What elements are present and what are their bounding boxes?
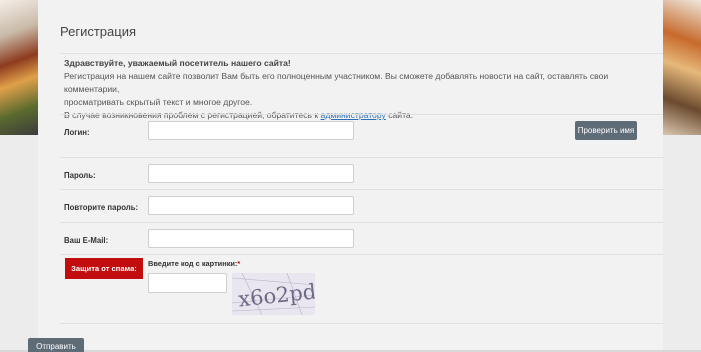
title-divider (60, 53, 663, 54)
email-input[interactable] (148, 229, 354, 248)
greeting-text: Здравствуйте, уважаемый посетитель нашег… (64, 58, 291, 68)
captcha-prompt: Введите код с картинки:* (148, 259, 240, 268)
info-text-1: Регистрация на нашем сайте позволит Вам … (64, 71, 609, 94)
login-input[interactable] (148, 121, 354, 140)
captcha-graphic: x6o2pd (232, 273, 315, 315)
captcha-input[interactable] (148, 273, 227, 293)
repeat-password-label: Повторите пароль: (64, 203, 139, 212)
captcha-image[interactable]: x6o2pd (232, 273, 315, 315)
login-row: Логин: (60, 114, 663, 157)
password-label: Пароль: (64, 171, 96, 180)
repeat-password-input[interactable] (148, 196, 354, 215)
required-mark: * (237, 259, 241, 268)
password-input[interactable] (148, 164, 354, 183)
background-art-right (663, 0, 701, 135)
registration-info: Здравствуйте, уважаемый посетитель нашег… (60, 57, 663, 120)
password-row: Пароль: (60, 157, 663, 190)
email-label: Ваш E-Mail: (64, 236, 109, 245)
background-art-left (0, 0, 38, 135)
captcha-prompt-text: Введите код с картинки: (148, 259, 238, 268)
captcha-code-text: x6o2pd (237, 279, 315, 311)
spam-protection-label: Защита от спама: (65, 258, 143, 279)
info-text-2: просматривать скрытый текст и многое дру… (64, 97, 253, 107)
check-name-button[interactable]: Проверить имя (575, 121, 637, 140)
login-label: Логин: (64, 128, 90, 137)
email-row: Ваш E-Mail: (60, 222, 663, 255)
page-title: Регистрация (60, 24, 136, 39)
repeat-password-row: Повторите пароль: (60, 189, 663, 223)
registration-panel: Регистрация Здравствуйте, уважаемый посе… (38, 0, 663, 350)
